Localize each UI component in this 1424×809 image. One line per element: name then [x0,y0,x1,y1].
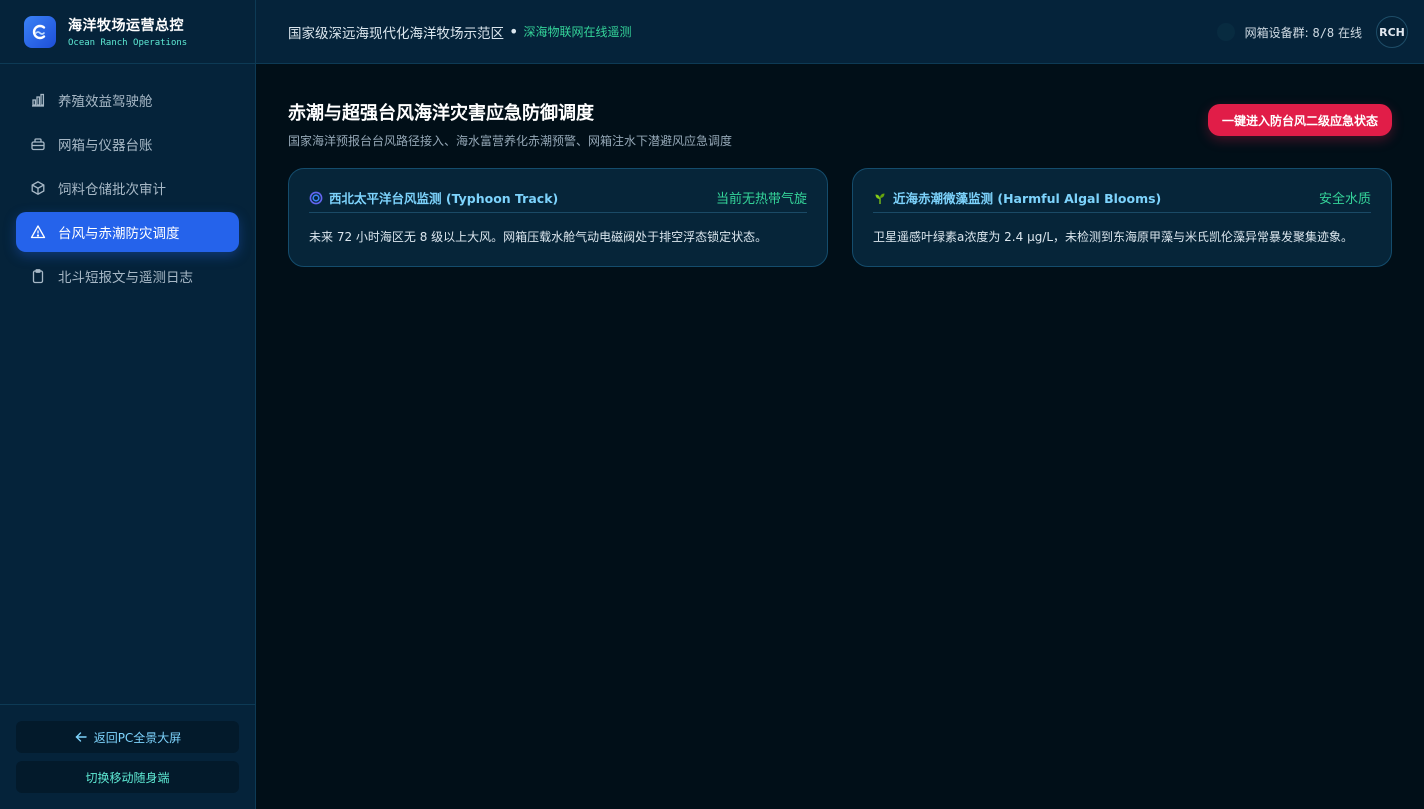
device-status: 网箱设备群: 8/8 在线 [1245,24,1362,41]
package-icon [30,180,46,196]
status-badge: 安全水质 [1318,192,1371,207]
header-subtitle: 深海物联网在线遥测 [523,25,632,39]
card-header: 近海赤潮微藻监测 (Harmful Algal Blooms) 安全水质 [873,183,1371,213]
sidebar-item-dashboard[interactable]: 养殖效益驾驶舱 [16,80,239,120]
sidebar-item-label: 网箱与仪器台账 [58,138,153,154]
card-header: 西北太平洋台风监测 (Typhoon Track) 当前无热带气旋 [309,183,807,213]
top-header: 国家级深远海现代化海洋牧场示范区 • 深海物联网在线遥测 网箱设备群: 8/8 … [256,0,1424,64]
sidebar-item-cages[interactable]: 网箱与仪器台账 [16,124,239,164]
card-body: 未来 72 小时海区无 8 级以上大风。网箱压载水舱气动电磁阀处于排空浮态锁定状… [309,230,768,244]
brand: 海洋牧场运营总控 Ocean Ranch Operations [0,0,255,64]
back-to-pc-label: 返回PC全景大屏 [93,730,182,745]
card-title: 西北太平洋台风监测 (Typhoon Track) [329,191,559,206]
brand-subtitle: Ocean Ranch Operations [68,38,188,48]
brand-title: 海洋牧场运营总控 [68,18,184,34]
emergency-level-button[interactable]: 一键进入防台风二级应急状态 [1208,104,1392,136]
typhoon-card: 西北太平洋台风监测 (Typhoon Track) 当前无热带气旋 未来 72 … [288,168,828,267]
bar-chart-icon [30,92,46,108]
sidebar-item-label: 养殖效益驾驶舱 [58,94,153,110]
avatar[interactable]: RCH [1376,16,1408,48]
seedling-icon [873,191,887,205]
switch-mobile-label: 切换移动随身端 [85,770,170,785]
monitor-cards: 西北太平洋台风监测 (Typhoon Track) 当前无热带气旋 未来 72 … [288,168,1392,267]
arrow-left-icon [74,730,88,744]
switch-mobile-button[interactable]: 切换移动随身端 [16,761,239,793]
clipboard-icon [30,268,46,284]
wave-logo-icon [24,15,56,48]
alert-triangle-icon [30,224,46,240]
main-content: 赤潮与超强台风海洋灾害应急防御调度 国家海洋预报台台风路径接入、海水富营养化赤潮… [288,96,1392,267]
sidebar-item-feed[interactable]: 饲料仓储批次审计 [16,168,239,208]
back-to-pc-button[interactable]: 返回PC全景大屏 [16,721,239,753]
device-status-label: 网箱设备群: [1244,25,1309,40]
sidebar-item-label: 北斗短报文与遥测日志 [58,270,193,286]
device-status-count: 8/8 [1312,25,1335,40]
card-body: 卫星遥感叶绿素a浓度为 2.4 μg/L，未检测到东海原甲藻与米氏凯伦藻异常暴发… [873,230,1354,244]
sidebar-item-logs[interactable]: 北斗短报文与遥测日志 [16,256,239,296]
sidebar-item-disaster[interactable]: 台风与赤潮防灾调度 [16,212,239,252]
sidebar-item-label: 台风与赤潮防灾调度 [58,226,180,242]
briefcase-icon [30,136,46,152]
sidebar-item-label: 饲料仓储批次审计 [58,182,166,198]
sidebar-nav: 养殖效益驾驶舱 网箱与仪器台账 饲料仓储批次审计 台风与赤潮防灾调度 北斗短报文… [0,64,255,296]
cyclone-icon [309,191,323,205]
sidebar: 海洋牧场运营总控 Ocean Ranch Operations 养殖效益驾驶舱 … [0,0,256,809]
device-status-suffix: 在线 [1337,25,1362,40]
sidebar-footer: 返回PC全景大屏 切换移动随身端 [0,704,255,809]
header-separator: • [509,22,519,41]
header-title: 国家级深远海现代化海洋牧场示范区 [288,25,504,42]
status-badge: 当前无热带气旋 [715,192,807,207]
card-title: 近海赤潮微藻监测 (Harmful Algal Blooms) [893,191,1162,206]
header-status-area: 网箱设备群: 8/8 在线 RCH [1216,16,1408,48]
status-indicator-icon [1216,23,1235,41]
algal-bloom-card: 近海赤潮微藻监测 (Harmful Algal Blooms) 安全水质 卫星遥… [852,168,1392,267]
